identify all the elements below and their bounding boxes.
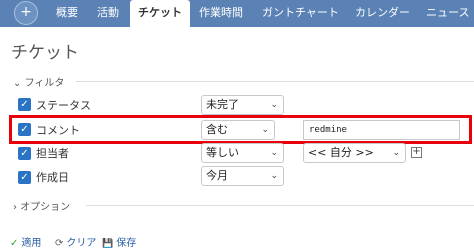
save-link[interactable]: 💾 保存 xyxy=(102,234,136,248)
tab-activity[interactable]: 活動 xyxy=(97,0,119,27)
chevron-down-icon: ⌄ xyxy=(392,148,400,158)
chevron-down-icon: ⌄ xyxy=(261,125,269,135)
filter-created-label: 作成日 xyxy=(36,171,69,184)
chevron-down-icon: ⌄ xyxy=(270,100,278,110)
tab-issues[interactable]: チケット xyxy=(130,0,190,27)
tab-spent-time[interactable]: 作業時間 xyxy=(199,0,243,27)
clear-link[interactable]: ⟳ クリア xyxy=(55,234,96,248)
filter-created-operator-select[interactable]: 今月 ⌄ xyxy=(201,166,284,186)
options-legend[interactable]: › オプション xyxy=(13,198,70,213)
divider xyxy=(76,81,474,82)
apply-link[interactable]: ✓ 適用 xyxy=(10,234,41,248)
filter-created-checkbox[interactable]: ✓ xyxy=(18,171,31,184)
select-value: << 自分 >> xyxy=(308,146,374,159)
filter-comment-operator-select[interactable]: 含む ⌄ xyxy=(201,120,275,140)
filter-status-operator-select[interactable]: 未完了 ⌄ xyxy=(201,95,284,115)
clear-label: クリア xyxy=(66,238,97,248)
select-value: 今月 xyxy=(206,169,228,182)
filter-comment-checkbox[interactable]: ✓ xyxy=(18,123,31,136)
filter-assignee-checkbox[interactable]: ✓ xyxy=(18,147,31,160)
filter-assignee-value-select[interactable]: << 自分 >> ⌄ xyxy=(303,143,406,163)
tab-news[interactable]: ニュース xyxy=(426,0,469,27)
chevron-down-icon: ⌄ xyxy=(270,171,278,181)
page-title: チケット xyxy=(11,43,79,63)
apply-label: 適用 xyxy=(21,238,42,248)
filter-assignee-label: 担当者 xyxy=(36,147,69,160)
new-item-button[interactable]: + xyxy=(14,1,38,25)
filter-legend[interactable]: ⌄ フィルタ xyxy=(13,74,64,89)
add-value-button[interactable]: + xyxy=(411,147,422,158)
select-value: 等しい xyxy=(206,146,239,159)
chevron-right-icon: › xyxy=(13,202,17,213)
options-legend-label: オプション xyxy=(20,202,71,213)
save-label: 保存 xyxy=(116,238,137,248)
filter-assignee-operator-select[interactable]: 等しい ⌄ xyxy=(201,143,284,163)
filter-comment-label: コメント xyxy=(36,124,80,137)
tab-overview[interactable]: 概要 xyxy=(56,0,78,27)
divider xyxy=(86,205,474,206)
tab-calendar[interactable]: カレンダー xyxy=(355,0,410,27)
save-icon: 💾 xyxy=(102,239,114,248)
filter-status-label: ステータス xyxy=(36,99,91,112)
filter-status-checkbox[interactable]: ✓ xyxy=(18,98,31,111)
top-nav-bar: + 概要 活動 チケット 作業時間 ガントチャート カレンダー ニュース xyxy=(0,0,474,27)
select-value: 未完了 xyxy=(206,98,239,111)
checkmark-icon: ✓ xyxy=(10,238,19,248)
reload-icon: ⟳ xyxy=(55,238,64,248)
tab-gantt[interactable]: ガントチャート xyxy=(262,0,339,27)
filter-legend-label: フィルタ xyxy=(24,78,65,89)
filter-comment-value-input[interactable]: redmine xyxy=(303,120,460,140)
select-value: 含む xyxy=(206,123,228,136)
chevron-down-icon: ⌄ xyxy=(13,78,22,89)
chevron-down-icon: ⌄ xyxy=(270,148,278,158)
